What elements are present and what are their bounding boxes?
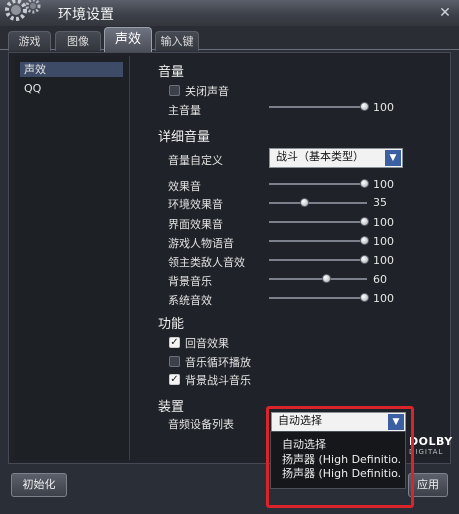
- tab-sound[interactable]: 声效: [104, 27, 152, 52]
- slider-knob[interactable]: [300, 198, 309, 207]
- music-loop-checkbox[interactable]: [169, 356, 180, 367]
- slider-value: 60: [373, 273, 387, 286]
- slider-value: 100: [373, 216, 394, 229]
- slider-track[interactable]: [269, 183, 367, 185]
- close-icon[interactable]: ✕: [437, 5, 453, 21]
- slider-value: 100: [373, 178, 394, 191]
- battle-music-checkbox[interactable]: ✓: [169, 374, 180, 385]
- slider-label: 游戏人物语音: [168, 237, 234, 250]
- music-loop-label: 音乐循环播放: [185, 356, 251, 369]
- slider-value: 100: [373, 235, 394, 248]
- slider-label: 领主类敌人音效: [168, 256, 245, 269]
- section-features: 功能: [158, 317, 185, 332]
- highlight-box: [266, 406, 414, 508]
- master-volume-track[interactable]: [269, 106, 367, 108]
- section-volume: 音量: [158, 65, 185, 80]
- master-volume-label: 主音量: [168, 104, 201, 117]
- slider-track[interactable]: [269, 259, 367, 261]
- slider-knob[interactable]: [360, 255, 369, 264]
- reset-button[interactable]: 初始化: [11, 473, 67, 497]
- slider-track[interactable]: [269, 278, 367, 280]
- mute-checkbox[interactable]: [169, 85, 180, 96]
- slider-label: 系统音效: [168, 294, 212, 307]
- section-device: 装置: [158, 400, 185, 415]
- dolby-brand: DOLBY: [409, 435, 453, 448]
- slider-knob[interactable]: [322, 274, 331, 283]
- tab-game[interactable]: 游戏: [8, 31, 51, 51]
- slider-knob[interactable]: [360, 293, 369, 302]
- slider-label: 界面效果音: [168, 218, 223, 231]
- slider-value: 35: [373, 196, 387, 209]
- slider-knob[interactable]: [360, 236, 369, 245]
- slider-track[interactable]: [269, 297, 367, 299]
- sidebar-item-sound[interactable]: 声效: [20, 62, 123, 77]
- sidebar-item-qq[interactable]: QQ: [20, 81, 123, 96]
- slider-knob[interactable]: [360, 217, 369, 226]
- preset-dropdown[interactable]: 战斗（基本类型）: [269, 148, 403, 168]
- window-title: 环境设置: [58, 7, 114, 23]
- slider-value: 100: [373, 254, 394, 267]
- category-list: [14, 56, 130, 460]
- section-detail-volume: 详细音量: [158, 130, 211, 145]
- tab-keybinds[interactable]: 输入键: [155, 31, 199, 51]
- audio-device-label: 音频设备列表: [168, 418, 234, 431]
- master-volume-knob[interactable]: [360, 102, 369, 111]
- slider-track[interactable]: [269, 202, 367, 204]
- slider-track[interactable]: [269, 221, 367, 223]
- slider-value: 100: [373, 292, 394, 305]
- slider-track[interactable]: [269, 240, 367, 242]
- gear-icon: [2, 0, 46, 26]
- echo-checkbox[interactable]: ✓: [169, 337, 180, 348]
- triangle-down-icon[interactable]: ▼: [385, 150, 401, 166]
- mute-label: 关闭声音: [185, 85, 229, 98]
- master-volume-value: 100: [373, 101, 394, 114]
- slider-label: 效果音: [168, 180, 201, 193]
- battle-music-label: 背景战斗音乐: [185, 374, 251, 387]
- tab-graphics[interactable]: 图像: [55, 31, 101, 51]
- slider-label: 背景音乐: [168, 275, 212, 288]
- slider-knob[interactable]: [360, 179, 369, 188]
- preset-value: 战斗（基本类型）: [276, 150, 364, 163]
- echo-label: 回音效果: [185, 337, 229, 350]
- dolby-sub: DIGITAL: [409, 448, 444, 456]
- preset-label: 音量自定义: [168, 154, 223, 167]
- apply-button[interactable]: 应用: [408, 473, 448, 497]
- slider-label: 环境效果音: [168, 198, 223, 211]
